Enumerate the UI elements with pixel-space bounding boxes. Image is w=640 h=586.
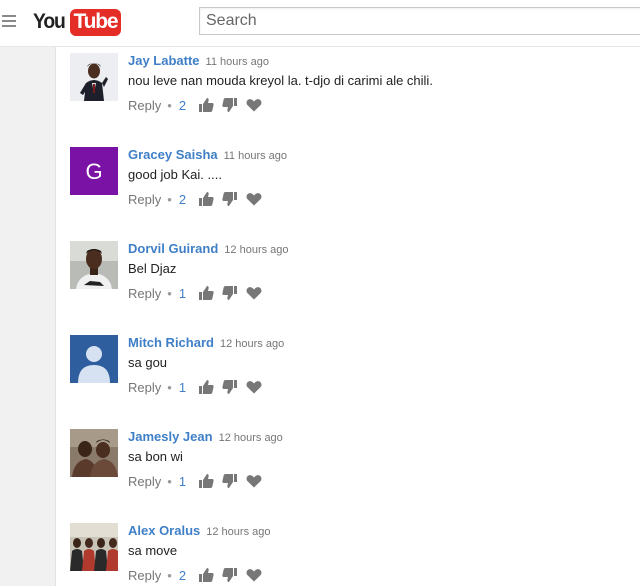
separator-dot: • <box>167 285 172 301</box>
comment-author-link[interactable]: Alex Oralus <box>128 523 200 538</box>
reply-button[interactable]: Reply <box>128 286 161 301</box>
reply-button[interactable]: Reply <box>128 474 161 489</box>
comment-header: Mitch Richard 12 hours ago <box>128 335 284 352</box>
comment-timestamp[interactable]: 12 hours ago <box>224 244 288 256</box>
reply-button[interactable]: Reply <box>128 98 161 113</box>
comment-author-link[interactable]: Jay Labatte <box>128 53 200 68</box>
youtube-page: You Tube Search Jay Labatte 11 hours ago… <box>0 0 640 586</box>
comment-item: Dorvil Guirand 12 hours ago Bel Djaz Repl… <box>56 235 640 329</box>
comment-header: Jay Labatte 11 hours ago <box>128 53 269 70</box>
comment-timestamp[interactable]: 12 hours ago <box>220 338 284 350</box>
heart-icon[interactable] <box>246 567 262 583</box>
separator-dot: • <box>167 379 172 395</box>
thumbs-up-icon[interactable] <box>198 567 214 583</box>
comment-author-link[interactable]: Gracey Saisha <box>128 147 218 162</box>
thumbs-up-icon[interactable] <box>198 191 214 207</box>
heart-icon[interactable] <box>246 473 262 489</box>
search-box <box>199 7 640 35</box>
reply-button[interactable]: Reply <box>128 192 161 207</box>
comment-timestamp[interactable]: 12 hours ago <box>206 526 270 538</box>
comment-item: Alex Oralus 12 hours ago sa move Reply • … <box>56 517 640 586</box>
comment-item: Mitch Richard 12 hours ago sa gou Reply •… <box>56 329 640 423</box>
left-gutter <box>0 47 56 586</box>
comment-timestamp[interactable]: 12 hours ago <box>219 432 283 444</box>
reply-button[interactable]: Reply <box>128 380 161 395</box>
heart-icon[interactable] <box>246 191 262 207</box>
thumbs-down-icon[interactable] <box>222 285 238 301</box>
comment-actions: Reply • 2 <box>128 191 270 207</box>
like-count: 2 <box>178 567 187 583</box>
comment-text: good job Kai. .... <box>128 167 222 182</box>
thumbs-up-icon[interactable] <box>198 379 214 395</box>
separator-dot: • <box>167 97 172 113</box>
comment-text: sa move <box>128 543 178 558</box>
comment-text: sa bon wi <box>128 449 183 464</box>
comment-item: Jay Labatte 11 hours ago nou leve nan mou… <box>56 47 640 141</box>
letter-avatar-icon[interactable]: G <box>70 147 118 195</box>
comment-author-link[interactable]: Mitch Richard <box>128 335 214 350</box>
comment-timestamp[interactable]: 11 hours ago <box>224 150 287 162</box>
photo-man-portrait-icon[interactable] <box>70 241 118 289</box>
comment-text: sa gou <box>128 355 168 370</box>
heart-icon[interactable] <box>246 379 262 395</box>
thumbs-down-icon[interactable] <box>222 191 238 207</box>
comment-author-link[interactable]: Dorvil Guirand <box>128 241 218 256</box>
thumbs-down-icon[interactable] <box>222 473 238 489</box>
comment-text: Bel Djaz <box>128 261 177 276</box>
comment-author-link[interactable]: Jamesly Jean <box>128 429 213 444</box>
comment-timestamp[interactable]: 11 hours ago <box>206 56 269 68</box>
comment-header: Gracey Saisha 11 hours ago <box>128 147 287 164</box>
comment-actions: Reply • 1 <box>128 473 270 489</box>
comment-header: Dorvil Guirand 12 hours ago <box>128 241 289 258</box>
comment-actions: Reply • 1 <box>128 285 270 301</box>
like-count: 1 <box>178 285 187 301</box>
search-input[interactable] <box>200 8 640 34</box>
thumbs-down-icon[interactable] <box>222 567 238 583</box>
like-count: 1 <box>178 379 187 395</box>
thumbs-down-icon[interactable] <box>222 379 238 395</box>
comment-item: Jamesly Jean 12 hours ago sa bon wi Reply… <box>56 423 640 517</box>
comment-header: Jamesly Jean 12 hours ago <box>128 429 283 446</box>
separator-dot: • <box>167 473 172 489</box>
photo-man-in-suit-icon[interactable] <box>70 53 118 101</box>
like-count: 2 <box>178 97 187 113</box>
thumbs-up-icon[interactable] <box>198 285 214 301</box>
reply-button[interactable]: Reply <box>128 568 161 583</box>
separator-dot: • <box>167 567 172 583</box>
comment-header: Alex Oralus 12 hours ago <box>128 523 270 540</box>
thumbs-down-icon[interactable] <box>222 97 238 113</box>
youtube-logo[interactable]: You Tube <box>33 7 122 37</box>
heart-icon[interactable] <box>246 285 262 301</box>
comment-item: G Gracey Saisha 11 hours ago good job Kai… <box>56 141 640 235</box>
avatar-letter: G <box>85 159 102 184</box>
photo-two-people-icon[interactable] <box>70 429 118 477</box>
comment-actions: Reply • 2 <box>128 97 270 113</box>
thumbs-up-icon[interactable] <box>198 97 214 113</box>
comment-actions: Reply • 1 <box>128 379 270 395</box>
top-header: You Tube <box>0 0 640 47</box>
like-count: 1 <box>178 473 187 489</box>
logo-tube-text: Tube <box>69 8 122 36</box>
thumbs-up-icon[interactable] <box>198 473 214 489</box>
separator-dot: • <box>167 191 172 207</box>
like-count: 2 <box>178 191 187 207</box>
heart-icon[interactable] <box>246 97 262 113</box>
logo-you-text: You <box>33 10 66 33</box>
comment-text: nou leve nan mouda kreyol la. t-djo di c… <box>128 73 433 88</box>
default-user-silhouette-icon[interactable] <box>70 335 118 383</box>
photo-group-people-icon[interactable] <box>70 523 118 571</box>
comment-actions: Reply • 2 <box>128 567 270 583</box>
hamburger-menu-icon[interactable] <box>2 15 16 27</box>
